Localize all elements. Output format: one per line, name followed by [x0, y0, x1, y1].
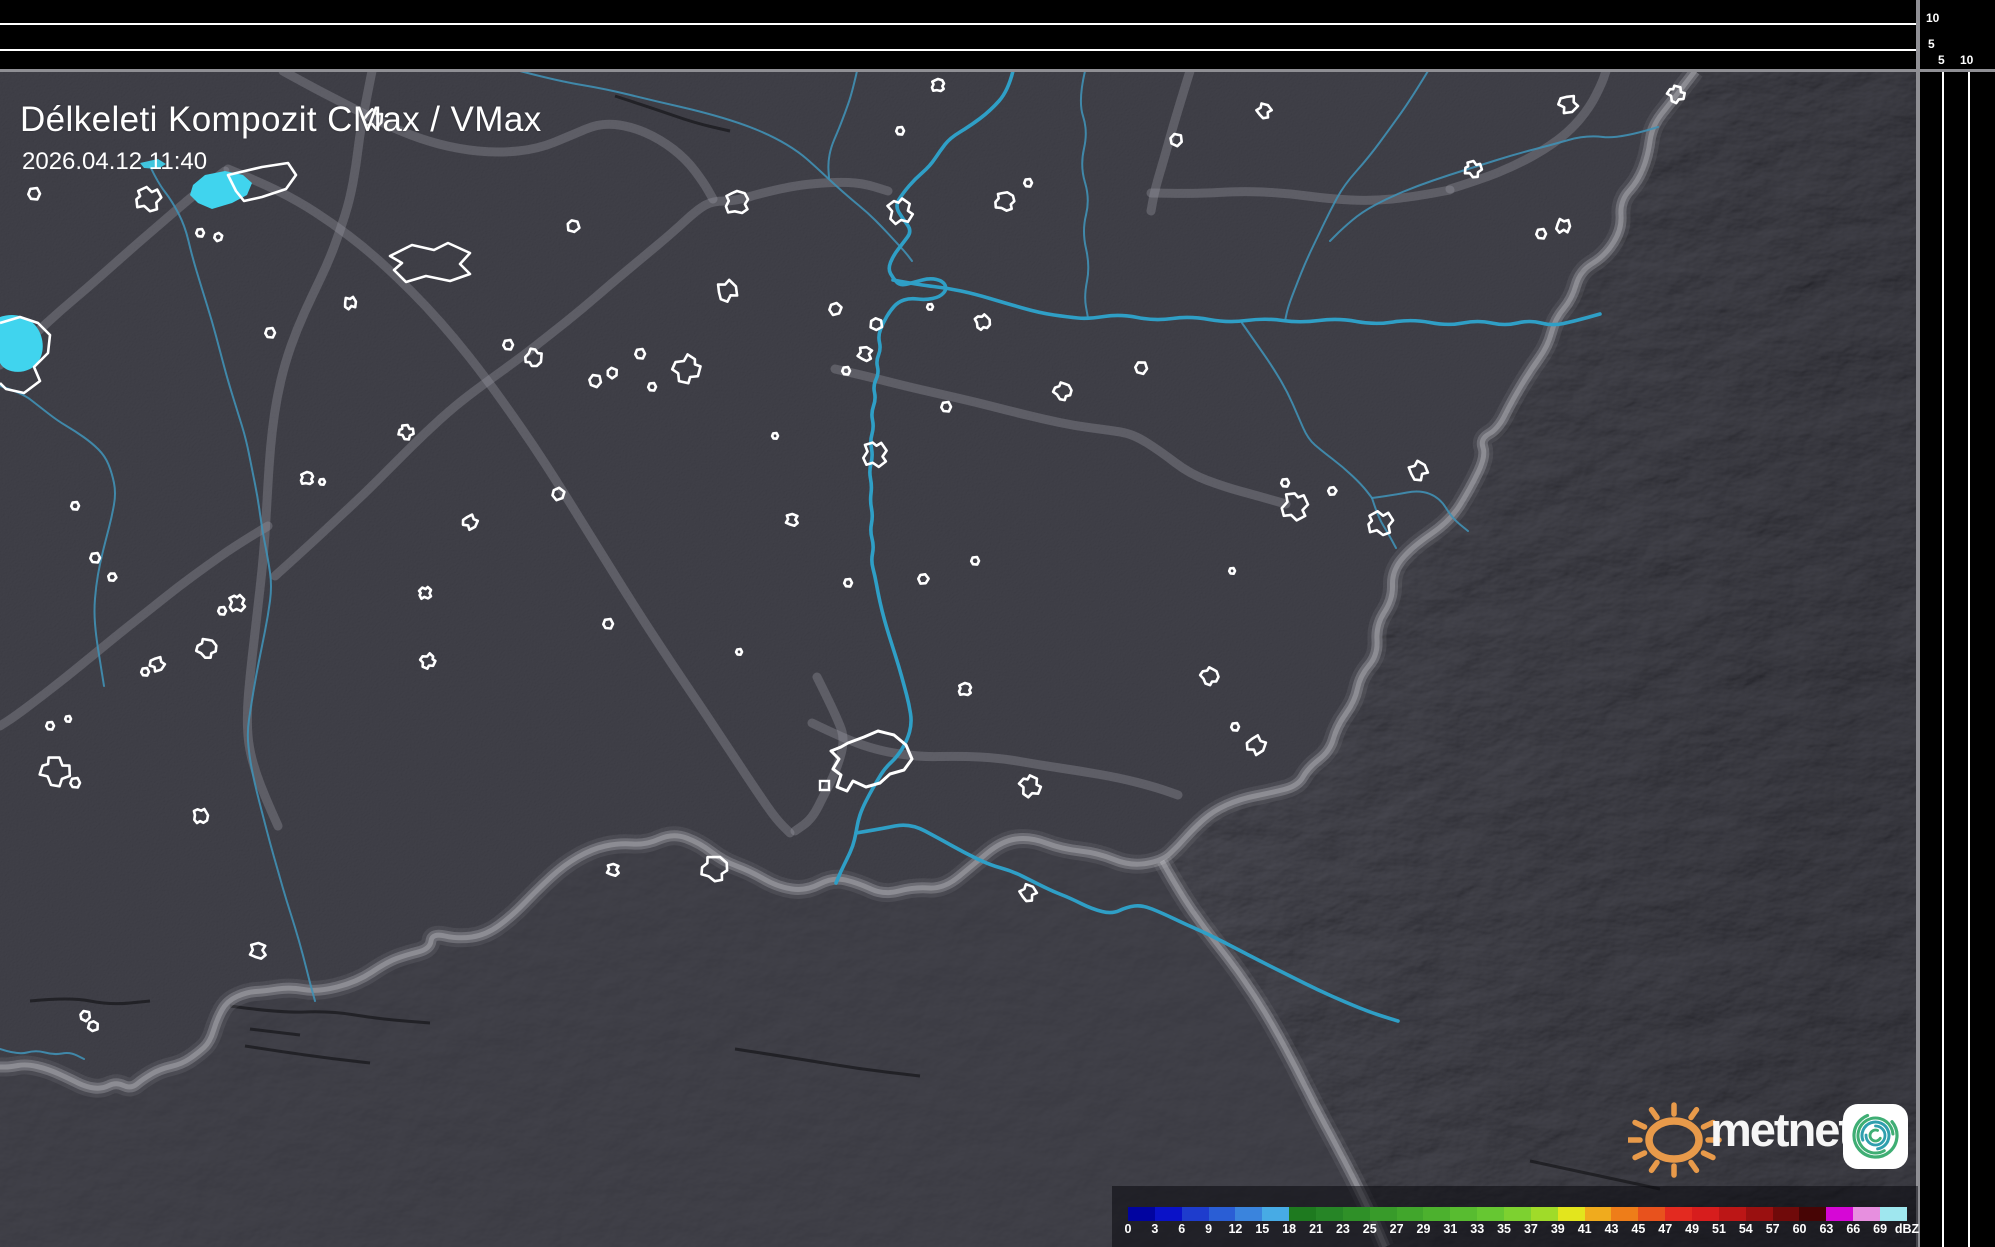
colorbar-segment [1746, 1207, 1773, 1221]
ruler-gridline-v5 [1942, 72, 1944, 1247]
colorbar-tick-label: 57 [1766, 1222, 1780, 1236]
colorbar-tick-label: 15 [1255, 1222, 1269, 1236]
colorbar-tick-label: 23 [1336, 1222, 1350, 1236]
colorbar-tick-label: 49 [1685, 1222, 1699, 1236]
colorbar-tick-label: 63 [1819, 1222, 1833, 1236]
ruler-tick-label-h5: 5 [1938, 54, 1945, 66]
colorbar-unit-label: dBZ [1895, 1222, 1919, 1236]
ruler-gridline-v10 [1968, 72, 1970, 1247]
colorbar-tick-label: 69 [1873, 1222, 1887, 1236]
ruler-tick-label-v5: 5 [1928, 38, 1935, 50]
radar-map-canvas [0, 71, 1917, 1247]
metnet-app-icon [1843, 1104, 1908, 1169]
colorbar-segment [1209, 1207, 1236, 1221]
colorbar-segment [1477, 1207, 1504, 1221]
colorbar-tick-label: 35 [1497, 1222, 1511, 1236]
colorbar-tick-label: 33 [1470, 1222, 1484, 1236]
colorbar-segment [1343, 1207, 1370, 1221]
ruler-tick-label-v10: 10 [1926, 12, 1939, 24]
colorbar-tick-label: 29 [1417, 1222, 1431, 1236]
spiral-icon [1843, 1104, 1908, 1169]
colorbar-segment [1235, 1207, 1262, 1221]
colorbar-segment [1262, 1207, 1289, 1221]
colorbar-segment [1585, 1207, 1612, 1221]
ruler-axis-vertical [1916, 0, 1920, 1247]
colorbar-segment [1316, 1207, 1343, 1221]
colorbar-segment [1719, 1207, 1746, 1221]
map-timestamp: 2026.04.12 11:40 [22, 148, 207, 176]
colorbar-segment [1289, 1207, 1316, 1221]
colorbar-tick-label: 45 [1631, 1222, 1645, 1236]
page-title: Délkeleti Kompozit CMax / VMax [20, 100, 542, 140]
colorbar-gradient [1128, 1207, 1907, 1221]
colorbar-segment [1880, 1207, 1907, 1221]
ruler-tick-label-h10: 10 [1960, 54, 1973, 66]
colorbar-tick-label: 0 [1125, 1222, 1132, 1236]
colorbar-tick-label: 6 [1178, 1222, 1185, 1236]
colorbar-tick-label: 41 [1578, 1222, 1592, 1236]
colorbar-tick-label: 47 [1658, 1222, 1672, 1236]
colorbar-segment [1853, 1207, 1880, 1221]
colorbar-tick-label: 21 [1309, 1222, 1323, 1236]
colorbar-segment [1450, 1207, 1477, 1221]
colorbar-segment [1370, 1207, 1397, 1221]
colorbar-tick-label: 43 [1605, 1222, 1619, 1236]
colorbar-tick-label: 3 [1151, 1222, 1158, 1236]
colorbar-tick-label: 25 [1363, 1222, 1377, 1236]
colorbar-segment [1155, 1207, 1182, 1221]
colorbar-tick-label: 37 [1524, 1222, 1538, 1236]
ruler-gridline-h10 [0, 23, 1917, 25]
ruler-gridline-h5 [0, 49, 1917, 51]
colorbar-segment [1799, 1207, 1826, 1221]
colorbar-segment [1692, 1207, 1719, 1221]
colorbar-segment [1128, 1207, 1155, 1221]
colorbar-tick-label: 60 [1793, 1222, 1807, 1236]
colorbar-segment [1773, 1207, 1800, 1221]
reflectivity-colorbar: 0369121518212325272931333537394143454749… [1112, 1186, 1918, 1247]
colorbar-segment [1665, 1207, 1692, 1221]
colorbar-tick-label: 27 [1390, 1222, 1404, 1236]
colorbar-tick-label: 31 [1443, 1222, 1457, 1236]
metnet-logo: metnet [1628, 1082, 1920, 1188]
colorbar-segment [1611, 1207, 1638, 1221]
colorbar-segment [1558, 1207, 1585, 1221]
colorbar-segment [1826, 1207, 1853, 1221]
colorbar-segment [1397, 1207, 1424, 1221]
colorbar-segment [1638, 1207, 1665, 1221]
colorbar-tick-label: 18 [1282, 1222, 1296, 1236]
radar-viewer: 10 5 5 10 Délkeleti Kompozit CMax / VMax… [0, 0, 1995, 1247]
colorbar-tick-label: 51 [1712, 1222, 1726, 1236]
colorbar-tick-label: 39 [1551, 1222, 1565, 1236]
colorbar-tick-label: 54 [1739, 1222, 1753, 1236]
colorbar-tick-label: 66 [1846, 1222, 1860, 1236]
logo-brand-text: metnet [1710, 1102, 1852, 1157]
ruler-axis-horizontal [0, 69, 1995, 72]
colorbar-segment [1182, 1207, 1209, 1221]
colorbar-segment [1531, 1207, 1558, 1221]
colorbar-tick-label: 12 [1228, 1222, 1242, 1236]
colorbar-segment [1423, 1207, 1450, 1221]
colorbar-segment [1504, 1207, 1531, 1221]
colorbar-tick-label: 9 [1205, 1222, 1212, 1236]
